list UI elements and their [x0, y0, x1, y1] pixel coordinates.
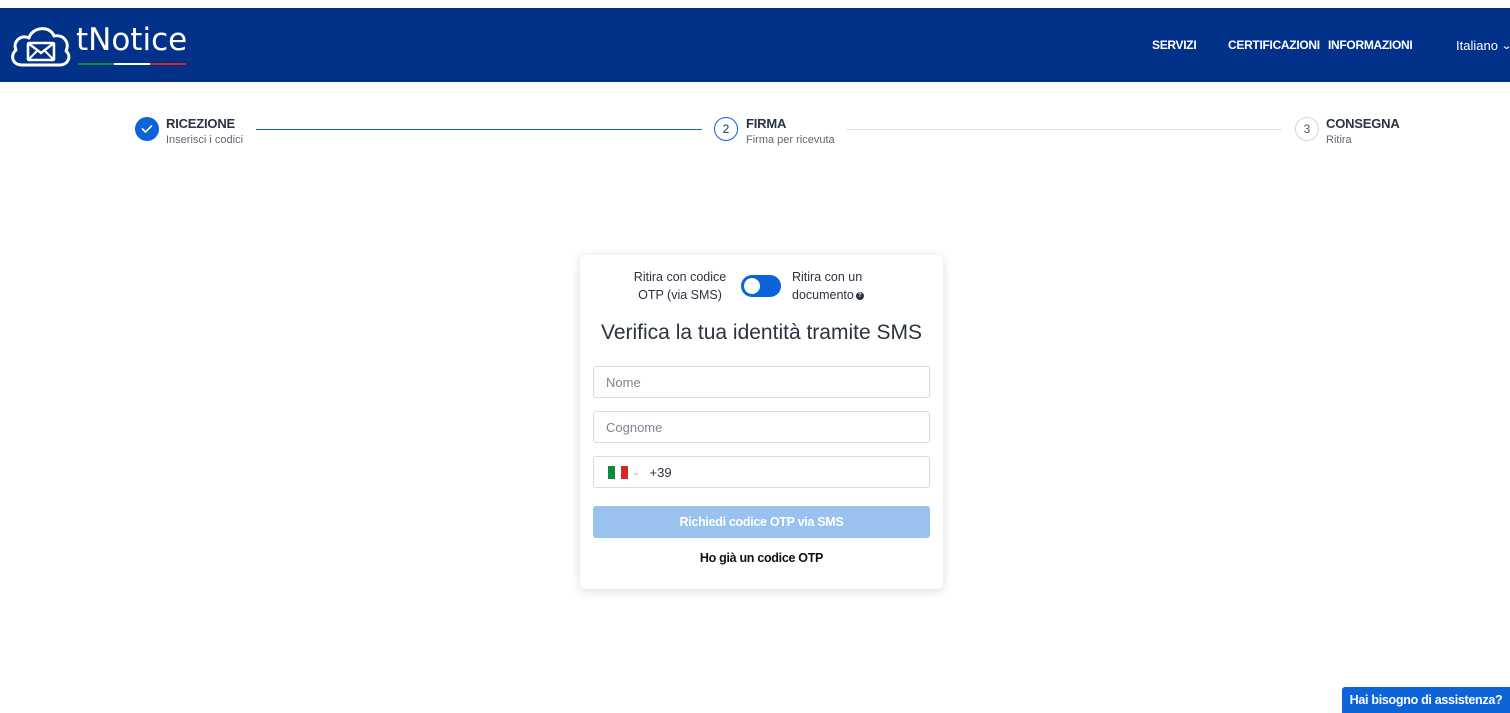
toggle-label-document: Ritira con un documento? — [792, 268, 912, 304]
step-2-subtitle: Firma per ricevuta — [746, 134, 835, 146]
step-1-subtitle: Inserisci i codici — [166, 134, 244, 146]
request-otp-button[interactable]: Richiedi codice OTP via SMS — [593, 506, 930, 538]
help-button[interactable]: Hai bisogno di assistenza? — [1342, 687, 1510, 713]
step-3-title: CONSEGNA — [1326, 116, 1400, 131]
nav-certificazioni[interactable]: CERTIFICAZIONI — [1228, 8, 1320, 82]
cloud-envelope-icon — [11, 27, 71, 67]
step-2-number: 2 — [714, 117, 738, 141]
step-1-title: RICEZIONE — [166, 116, 235, 131]
phone-field[interactable]: ⌄ +39 — [593, 456, 930, 488]
toggle-label-otp: Ritira con codice OTP (via SMS) — [633, 270, 727, 302]
identity-verification-card: Ritira con codice OTP (via SMS) Ritira c… — [580, 255, 943, 589]
last-name-input[interactable] — [593, 411, 930, 443]
step-1-check-icon — [135, 117, 159, 141]
chevron-down-icon: ⌄ — [1501, 39, 1510, 52]
card-title: Verifica la tua identità tramite SMS — [601, 321, 922, 344]
phone-prefix: +39 — [649, 464, 672, 480]
logo-text: tNotice — [76, 22, 187, 65]
italy-flag-icon[interactable] — [608, 465, 629, 479]
info-icon[interactable]: ? — [855, 291, 864, 300]
logo[interactable]: tNotice — [8, 20, 187, 72]
toggle-knob — [744, 278, 760, 294]
retrieval-method-toggle[interactable] — [741, 275, 781, 297]
nav-servizi[interactable]: SERVIZI — [1152, 8, 1197, 82]
toggle-label-document-text: Ritira con un documento — [792, 270, 863, 302]
language-selector[interactable]: Italiano ⌄ — [1456, 8, 1510, 82]
nav-informazioni[interactable]: INFORMAZIONI — [1328, 8, 1413, 82]
top-navbar: tNotice SERVIZI CERTIFICAZIONI INFORMAZI… — [0, 8, 1510, 82]
have-otp-link[interactable]: Ho già un codice OTP — [580, 551, 943, 565]
step-3-subtitle: Ritira — [1326, 134, 1352, 146]
chevron-down-icon[interactable]: ⌄ — [632, 467, 640, 478]
first-name-input[interactable] — [593, 366, 930, 398]
step-3-number: 3 — [1295, 117, 1319, 141]
step-2-title: FIRMA — [746, 116, 787, 131]
language-label: Italiano — [1456, 37, 1498, 53]
step-connector-2 — [846, 129, 1282, 130]
italian-flag-stripe — [78, 63, 186, 65]
step-connector-1 — [256, 129, 702, 130]
